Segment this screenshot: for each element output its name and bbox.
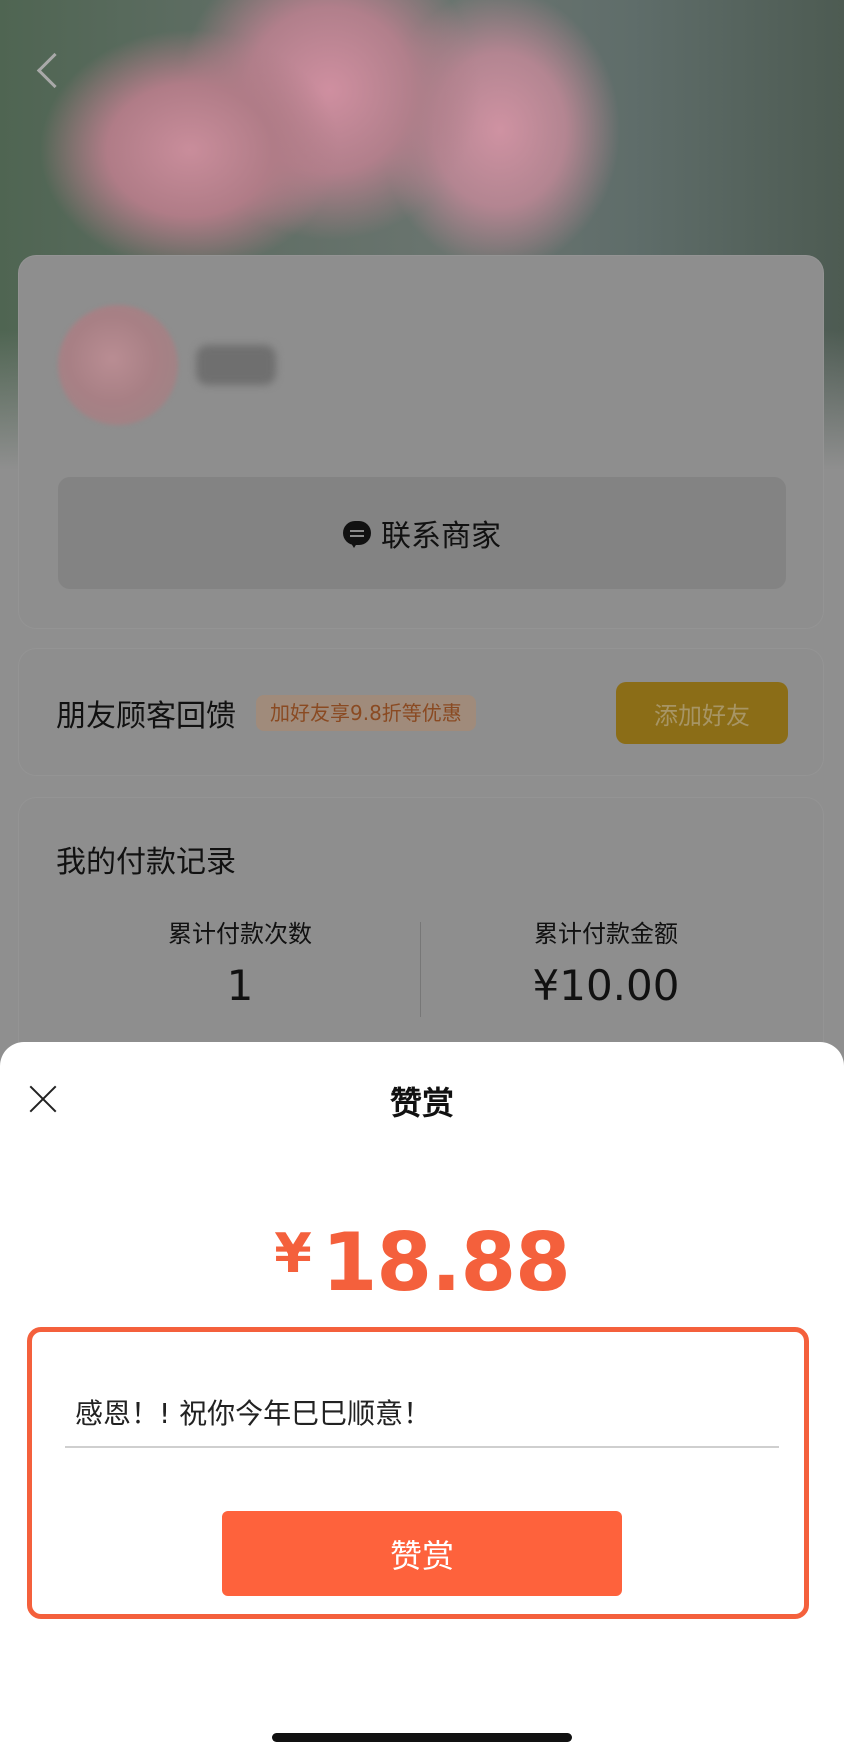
message-input[interactable] xyxy=(65,1378,779,1448)
contact-merchant-label: 联系商家 xyxy=(381,519,501,554)
contact-merchant-button[interactable]: 联系商家 xyxy=(58,477,786,589)
stat-divider xyxy=(420,922,421,1017)
payment-count-value: 1 xyxy=(226,961,254,1010)
payment-amount-stat: 累计付款金额 ¥10.00 xyxy=(436,919,776,1015)
friend-feedback-title: 朋友顾客回馈 xyxy=(56,699,236,734)
payment-count-stat: 累计付款次数 1 xyxy=(70,919,410,1015)
friend-feedback-card: 朋友顾客回馈 加好友享9.8折等优惠 添加好友 xyxy=(18,648,824,776)
home-indicator xyxy=(272,1733,572,1742)
discount-badge: 加好友享9.8折等优惠 xyxy=(256,695,476,731)
payment-amount-label: 累计付款金额 xyxy=(534,920,678,948)
payment-count-label: 累计付款次数 xyxy=(168,920,312,948)
sheet-title: 赞赏 xyxy=(389,1084,454,1122)
chat-icon xyxy=(343,521,371,548)
payment-amount-value: ¥10.00 xyxy=(532,961,680,1010)
reward-amount: ¥18.88 xyxy=(0,1216,844,1309)
payment-record-title: 我的付款记录 xyxy=(56,845,236,880)
currency-symbol: ¥ xyxy=(274,1222,312,1285)
merchant-name-blurred xyxy=(196,345,276,385)
add-friend-button[interactable]: 添加好友 xyxy=(616,682,788,744)
merchant-card: 联系商家 xyxy=(18,255,824,629)
merchant-avatar xyxy=(58,305,178,425)
reward-button[interactable]: 赞赏 xyxy=(222,1511,622,1596)
amount-value: 18.88 xyxy=(321,1216,571,1309)
